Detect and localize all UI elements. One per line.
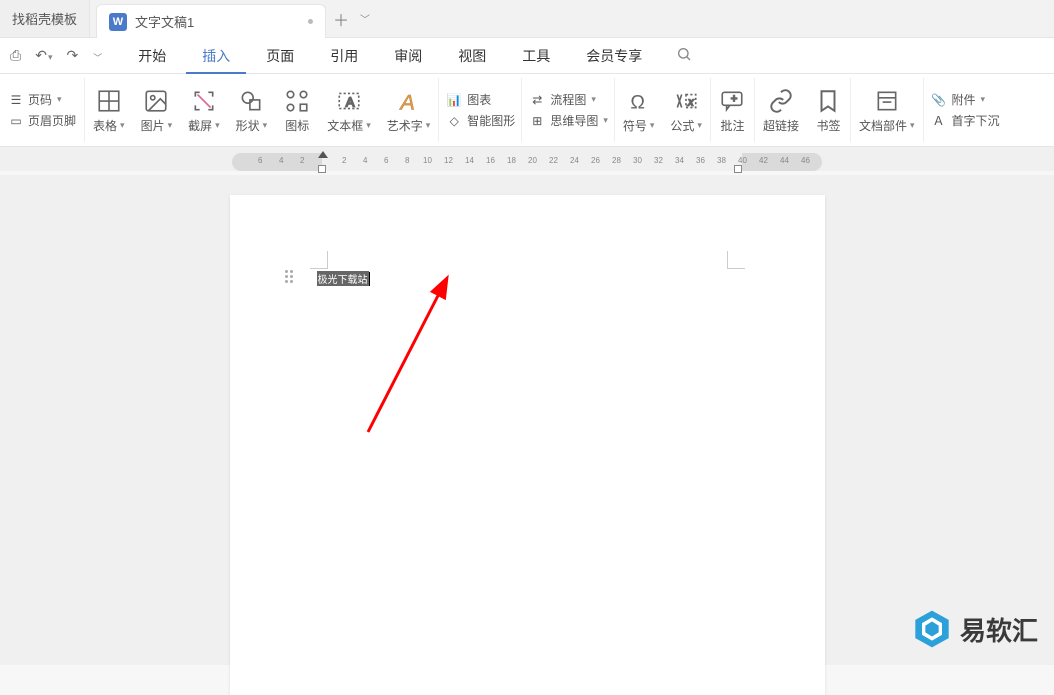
page-number-group: ☰页码▾ ▭页眉页脚 [0, 78, 85, 142]
comment-button[interactable]: + 批注 [711, 78, 755, 142]
logo-icon[interactable]: ⎙ [6, 43, 25, 68]
menu-member[interactable]: 会员专享 [570, 38, 658, 74]
picture-icon [143, 87, 169, 115]
svg-text:+: + [731, 93, 737, 105]
shapes-button[interactable]: 形状▾ [228, 78, 276, 142]
wordart-button[interactable]: A 艺术字▾ [379, 78, 440, 142]
textbox-button[interactable]: A 文本框▾ [319, 78, 379, 142]
table-button[interactable]: 表格▾ [85, 78, 133, 142]
mindmap-button[interactable]: ⊞思维导图▾ [528, 112, 608, 129]
symbol-button[interactable]: Ω 符号▾ [615, 78, 663, 142]
horizontal-ruler[interactable]: 6 4 2 2 4 6 8 10 12 14 16 18 20 22 24 26… [232, 153, 822, 171]
smartart-button[interactable]: ◇智能图形 [445, 112, 515, 129]
svg-text:Ω: Ω [630, 91, 645, 113]
watermark-logo-icon [912, 609, 952, 649]
menu-page[interactable]: 页面 [250, 38, 310, 74]
docparts-button[interactable]: 文档部件▾ [851, 78, 924, 142]
document-tab-label: 文字文稿1 [135, 12, 194, 31]
document-text-content[interactable]: 极光下载站 [317, 271, 370, 286]
watermark: 易软汇 [912, 609, 1038, 649]
workspace: 极光下载站 [0, 175, 1054, 665]
picture-button[interactable]: 图片▾ [133, 78, 181, 142]
hyperlink-button[interactable]: 超链接 [755, 78, 807, 142]
redo-button[interactable]: ↷ [62, 43, 82, 68]
paragraph-grip-icon[interactable] [285, 270, 293, 283]
svg-text:A: A [346, 94, 355, 109]
bookmark-button[interactable]: 书签 [807, 78, 851, 142]
attachment-dropcap-group: 📎附件▾ Ａ首字下沉 [924, 78, 1006, 142]
template-tab[interactable]: 找稻壳模板 [0, 0, 90, 37]
hyperlink-icon [768, 87, 794, 115]
search-icon[interactable] [672, 42, 696, 70]
unsaved-indicator-icon [308, 19, 313, 24]
tab-menu-button[interactable]: ﹀ [356, 0, 374, 37]
chart-button[interactable]: 📊图表 [445, 91, 515, 108]
margin-mark-top-left [310, 251, 328, 269]
icons-icon [284, 87, 310, 115]
menu-reference[interactable]: 引用 [314, 38, 374, 74]
doc-icon: W [109, 13, 127, 31]
wordart-icon: A [396, 87, 422, 115]
bookmark-icon [815, 87, 841, 115]
ribbon-insert: ☰页码▾ ▭页眉页脚 表格▾ 图片▾ 截屏▾ 形状▾ 图标 A 文本框▾ A 艺… [0, 74, 1054, 147]
indent-bottom-marker[interactable] [318, 165, 326, 173]
indent-top-marker[interactable] [318, 151, 328, 158]
template-tab-label: 找稻壳模板 [12, 9, 77, 28]
undo-button[interactable]: ↶▾ [31, 43, 56, 68]
table-icon [96, 87, 122, 115]
header-footer-button[interactable]: ▭页眉页脚 [8, 112, 76, 129]
quick-access: ⎙ ↶▾ ↷ ﹀ [6, 43, 106, 68]
comment-icon: + [719, 87, 745, 115]
menu-home[interactable]: 开始 [122, 38, 182, 74]
document-page[interactable]: 极光下载站 [230, 195, 825, 695]
menu-insert[interactable]: 插入 [186, 38, 246, 74]
textbox-icon: A [336, 87, 362, 115]
menu-tools[interactable]: 工具 [506, 38, 566, 74]
right-indent-marker[interactable] [734, 165, 742, 173]
svg-text:x: x [687, 96, 694, 108]
icons-button[interactable]: 图标 [275, 78, 319, 142]
document-tab[interactable]: W 文字文稿1 [96, 4, 326, 38]
screenshot-icon [191, 87, 217, 115]
qa-menu-button[interactable]: ﹀ [88, 44, 106, 68]
typed-text: 极光下载站 [317, 271, 369, 286]
svg-text:A: A [398, 89, 414, 113]
shapes-icon [238, 87, 264, 115]
menu-view[interactable]: 视图 [442, 38, 502, 74]
flowchart-button[interactable]: ⇄流程图▾ [528, 91, 608, 108]
equation-icon: x [673, 87, 699, 115]
screenshot-button[interactable]: 截屏▾ [180, 78, 228, 142]
attachment-button[interactable]: 📎附件▾ [930, 91, 1000, 108]
ruler-container: 6 4 2 2 4 6 8 10 12 14 16 18 20 22 24 26… [0, 147, 1054, 171]
new-tab-button[interactable]: ＋ [326, 0, 356, 37]
page-number-button[interactable]: ☰页码▾ [8, 91, 76, 108]
symbol-icon: Ω [626, 87, 652, 115]
text-cursor-caret [369, 272, 370, 286]
chart-smartart-group: 📊图表 ◇智能图形 [439, 78, 522, 142]
docparts-icon [874, 87, 900, 115]
menu-bar: ⎙ ↶▾ ↷ ﹀ 开始 插入 页面 引用 审阅 视图 工具 会员专享 [0, 38, 1054, 74]
equation-button[interactable]: x 公式▾ [662, 78, 711, 142]
tab-bar: 找稻壳模板 W 文字文稿1 ＋ ﹀ [0, 0, 1054, 38]
watermark-text: 易软汇 [960, 611, 1038, 648]
menu-review[interactable]: 审阅 [378, 38, 438, 74]
dropcap-button[interactable]: Ａ首字下沉 [930, 112, 1000, 129]
flowchart-mindmap-group: ⇄流程图▾ ⊞思维导图▾ [522, 78, 615, 142]
margin-mark-top-right [727, 251, 745, 269]
